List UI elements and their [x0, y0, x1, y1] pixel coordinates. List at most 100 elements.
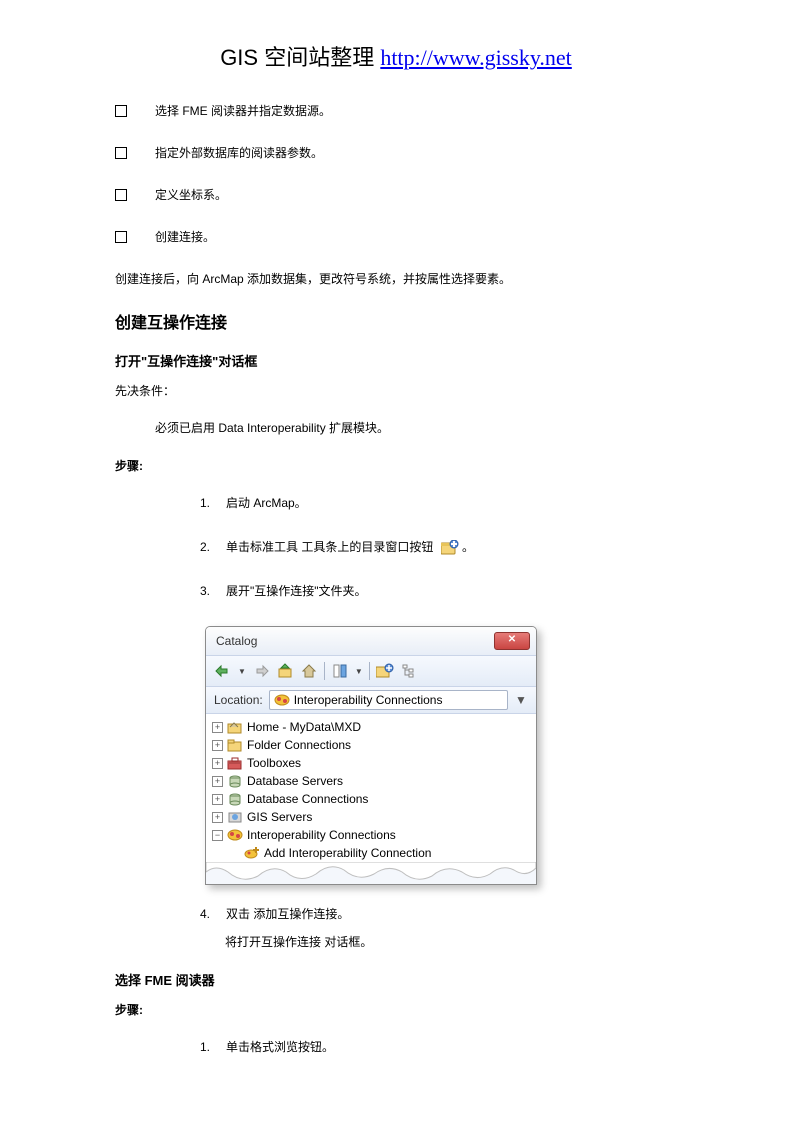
bullet-item: 创建连接。 — [115, 228, 677, 245]
bullet-text: 选择 FME 阅读器并指定数据源。 — [155, 102, 331, 119]
add-interop-icon — [244, 846, 260, 860]
step-list: 1. 启动 ArcMap。 2. 单击标准工具 工具条上的目录窗口按钮 — [200, 494, 677, 602]
heading-2: 创建互操作连接 — [115, 309, 677, 333]
steps-label: 步骤: — [115, 1001, 677, 1020]
toggle-icon[interactable] — [331, 662, 349, 680]
tree-row-home[interactable]: + Home - MyData\MXD — [212, 718, 530, 736]
interop-icon — [274, 693, 290, 707]
heading-3: 选择 FME 阅读器 — [115, 970, 677, 989]
location-input[interactable]: Interoperability Connections — [269, 690, 508, 710]
expand-icon[interactable]: + — [212, 794, 223, 805]
tree-row-folder[interactable]: + Folder Connections — [212, 736, 530, 754]
expand-icon[interactable]: + — [212, 722, 223, 733]
interop-icon — [227, 828, 243, 842]
step-list: 4. 双击 添加互操作连接。 — [200, 905, 677, 924]
content-area: 选择 FME 阅读器并指定数据源。 指定外部数据库的阅读器参数。 定义坐标系。 … — [115, 102, 677, 1057]
catalog-title: Catalog — [216, 634, 257, 648]
header-link[interactable]: http://www.gissky.net — [380, 45, 571, 70]
tree-icon[interactable] — [400, 662, 418, 680]
catalog-toolbar: ▼ ▼ — [206, 656, 536, 687]
step-number: 1. — [200, 1038, 216, 1057]
tree-row-dbservers[interactable]: + Database Servers — [212, 772, 530, 790]
bullet-item: 指定外部数据库的阅读器参数。 — [115, 144, 677, 161]
step-number: 3. — [200, 582, 216, 601]
catalog-titlebar: Catalog ✕ — [206, 627, 536, 656]
tree-row-add-interop[interactable]: Add Interoperability Connection — [212, 844, 530, 862]
step-number: 4. — [200, 905, 216, 924]
toolbar-separator — [324, 662, 325, 680]
step-text-inner: 单击标准工具 工具条上的目录窗口按钮 — [226, 540, 433, 554]
tree-label: Interoperability Connections — [247, 828, 396, 842]
bullet-text: 定义坐标系。 — [155, 186, 227, 203]
tree-label: Add Interoperability Connection — [264, 846, 431, 860]
location-value: Interoperability Connections — [294, 693, 443, 707]
back-icon[interactable] — [214, 662, 232, 680]
prereq-text: 必须已启用 Data Interoperability 扩展模块。 — [155, 419, 677, 438]
tree-row-interop[interactable]: − Interoperability Connections — [212, 826, 530, 844]
square-bullet-icon — [115, 189, 127, 201]
home-folder-icon — [227, 720, 243, 734]
expand-icon[interactable]: + — [212, 812, 223, 823]
expand-icon[interactable]: + — [212, 776, 223, 787]
toolbar-separator — [369, 662, 370, 680]
step-item: 2. 单击标准工具 工具条上的目录窗口按钮 。 — [200, 538, 677, 557]
catalog-window: Catalog ✕ ▼ — [205, 626, 537, 885]
expand-icon[interactable]: + — [212, 740, 223, 751]
catalog-button-icon — [441, 540, 459, 556]
toolbox-icon — [227, 756, 243, 770]
prereq-label: 先决条件： — [115, 382, 677, 401]
bullet-text: 创建连接。 — [155, 228, 215, 245]
up-icon[interactable] — [276, 662, 294, 680]
catalog-tree: + Home - MyData\MXD + Folder Connections… — [206, 714, 536, 862]
step-text: 双击 添加互操作连接。 — [226, 905, 349, 924]
bullet-item: 定义坐标系。 — [115, 186, 677, 203]
step-item: 3. 展开"互操作连接"文件夹。 — [200, 582, 677, 601]
step-list: 1. 单击格式浏览按钮。 — [200, 1038, 677, 1057]
tree-label: GIS Servers — [247, 810, 312, 824]
close-button[interactable]: ✕ — [494, 632, 530, 650]
step-suffix: 。 — [462, 540, 474, 554]
db-conn-icon — [227, 792, 243, 806]
forward-icon[interactable] — [252, 662, 270, 680]
step-text: 单击格式浏览按钮。 — [226, 1038, 334, 1057]
dropdown-arrow-icon[interactable]: ▼ — [514, 693, 528, 707]
tree-row-toolboxes[interactable]: + Toolboxes — [212, 754, 530, 772]
dropdown-arrow-icon[interactable]: ▼ — [355, 667, 363, 676]
tree-label: Database Servers — [247, 774, 343, 788]
step-text: 启动 ArcMap。 — [226, 494, 307, 513]
bullet-item: 选择 FME 阅读器并指定数据源。 — [115, 102, 677, 119]
steps-label: 步骤: — [115, 457, 677, 476]
home-icon[interactable] — [300, 662, 318, 680]
catalog-screenshot: Catalog ✕ ▼ — [205, 626, 677, 885]
collapse-icon[interactable]: − — [212, 830, 223, 841]
expand-icon[interactable]: + — [212, 758, 223, 769]
torn-edge-decoration — [206, 862, 536, 884]
bullet-text: 指定外部数据库的阅读器参数。 — [155, 144, 323, 161]
step-text: 展开"互操作连接"文件夹。 — [226, 582, 367, 601]
folder-icon — [227, 738, 243, 752]
step-text: 单击标准工具 工具条上的目录窗口按钮 。 — [226, 538, 474, 557]
db-server-icon — [227, 774, 243, 788]
step-number: 2. — [200, 538, 216, 557]
header-title: GIS 空间站整理 — [220, 45, 380, 70]
step-sub-text: 将打开互操作连接 对话框。 — [225, 933, 677, 950]
location-label: Location: — [214, 693, 263, 707]
dropdown-arrow-icon[interactable]: ▼ — [238, 667, 246, 676]
tree-label: Folder Connections — [247, 738, 351, 752]
step-number: 1. — [200, 494, 216, 513]
step-item: 4. 双击 添加互操作连接。 — [200, 905, 677, 924]
tree-row-gisservers[interactable]: + GIS Servers — [212, 808, 530, 826]
tree-label: Home - MyData\MXD — [247, 720, 361, 734]
step-item: 1. 单击格式浏览按钮。 — [200, 1038, 677, 1057]
step-item: 1. 启动 ArcMap。 — [200, 494, 677, 513]
tree-label: Database Connections — [247, 792, 368, 806]
square-bullet-icon — [115, 147, 127, 159]
gis-server-icon — [227, 810, 243, 824]
connect-folder-icon[interactable] — [376, 662, 394, 680]
paragraph: 创建连接后，向 ArcMap 添加数据集，更改符号系统，并按属性选择要素。 — [115, 270, 677, 289]
square-bullet-icon — [115, 231, 127, 243]
square-bullet-icon — [115, 105, 127, 117]
tree-row-dbconn[interactable]: + Database Connections — [212, 790, 530, 808]
tree-label: Toolboxes — [247, 756, 301, 770]
catalog-location-bar: Location: Interoperability Connections ▼ — [206, 687, 536, 714]
